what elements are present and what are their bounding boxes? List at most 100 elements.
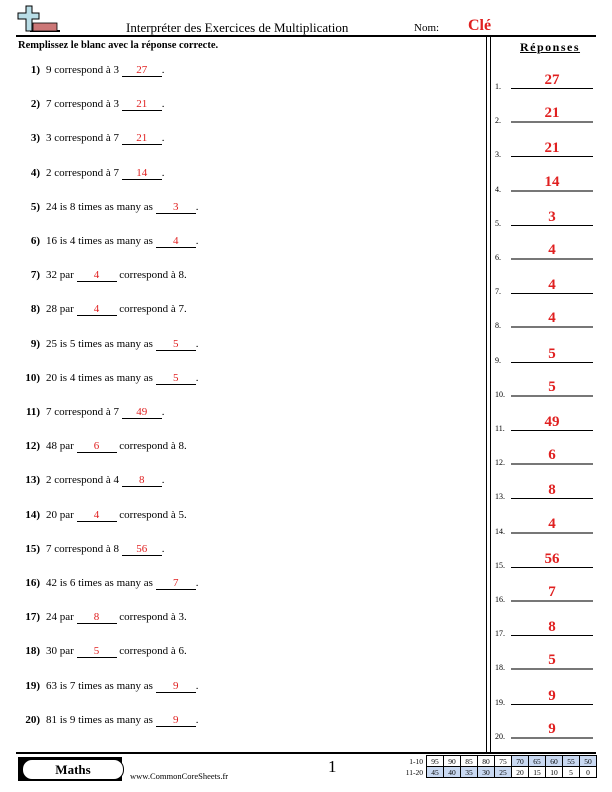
answer-key-number: 7. — [495, 287, 501, 297]
question-item: 16) 42 is 6 times as many as 7. — [18, 577, 198, 590]
question-text: 30 par — [46, 645, 74, 658]
question-number: 3) — [30, 132, 40, 145]
answer-blank[interactable]: 9 — [155, 680, 196, 693]
answer-key-number: 15. — [495, 560, 505, 570]
answer-key-value: 14 — [511, 174, 593, 192]
score-range-label: 1-10 — [409, 756, 423, 766]
answer-key-item: 9. 5 — [495, 345, 595, 365]
answer-key-item: 11. 49 — [495, 413, 595, 433]
answer-key-item: 7. 4 — [495, 276, 595, 296]
question-text: 24 is 8 times as many as — [46, 200, 153, 213]
answer-key-value: 6 — [511, 447, 593, 466]
instructions: Remplissez le blanc avec la réponse corr… — [18, 40, 219, 51]
answer-blank[interactable]: 4 — [76, 269, 117, 283]
question-text: 7 correspond à 7 — [46, 406, 120, 418]
answer-blank[interactable]: 27 — [121, 64, 162, 77]
answer-key-value: 5 — [511, 379, 593, 397]
question-item: 10) 20 is 4 times as many as 5. — [18, 372, 198, 385]
question-item: 13) 2 correspond à 4 8. — [18, 474, 165, 488]
answer-blank[interactable]: 8 — [76, 611, 117, 625]
answer-key-number: 5. — [495, 218, 501, 228]
answer-key-number: 9. — [495, 355, 501, 365]
answer-key-value: 4 — [511, 516, 593, 534]
score-cell: 35 — [460, 766, 478, 778]
answer-key-value: 21 — [511, 140, 593, 158]
answer-blank[interactable]: 14 — [121, 167, 162, 180]
answer-blank[interactable]: 4 — [76, 303, 117, 317]
score-cell: 5 — [562, 766, 580, 778]
question-text: 28 par — [46, 303, 74, 316]
plus-minus-icon — [17, 5, 60, 32]
answer-blank[interactable]: 56 — [121, 543, 162, 556]
answer-key-value: 5 — [511, 346, 593, 363]
answer-key-value: 8 — [511, 619, 593, 637]
question-suffix: . — [161, 406, 165, 418]
answer-blank[interactable]: 4 — [76, 509, 117, 522]
answer-key-number: 6. — [495, 253, 501, 262]
question-suffix: . — [195, 371, 199, 384]
question-text: 24 par — [46, 611, 74, 624]
subject-badge: Maths — [18, 757, 124, 781]
answer-key-value: 3 — [511, 209, 593, 226]
question-text: 63 is 7 times as many as — [46, 679, 153, 692]
question-item: 19) 63 is 7 times as many as 9. — [18, 680, 198, 693]
answer-key-item: 17. 8 — [495, 618, 595, 638]
score-cell: 30 — [477, 766, 495, 778]
question-suffix: . — [195, 713, 199, 726]
question-suffix: . — [161, 542, 165, 555]
answer-blank[interactable]: 5 — [76, 645, 117, 659]
question-number: 2) — [30, 98, 40, 111]
answer-blank[interactable]: 21 — [121, 98, 162, 112]
answer-key-number: 10. — [495, 389, 505, 399]
question-item: 20) 81 is 9 times as many as 9. — [18, 714, 198, 727]
question-suffix: . — [161, 132, 165, 145]
score-cell: 10 — [545, 766, 563, 778]
answer-key-value: 8 — [511, 482, 593, 500]
answer-key-number: 1. — [495, 82, 501, 91]
answer-blank[interactable]: 21 — [121, 132, 162, 146]
answer-blank[interactable]: 9 — [155, 714, 196, 727]
answer-key-number: 17. — [495, 629, 505, 639]
question-suffix: correspond à 3. — [119, 611, 187, 624]
score-cell: 20 — [511, 766, 529, 778]
question-item: 9) 25 is 5 times as many as 5. — [18, 338, 198, 351]
question-item: 6) 16 is 4 times as many as 4. — [18, 235, 198, 248]
question-text: 7 correspond à 8 — [46, 542, 120, 555]
question-text: 2 correspond à 4 — [46, 474, 120, 487]
answer-key-value: 21 — [511, 105, 593, 124]
answer-key-value: 49 — [511, 414, 593, 431]
score-cell: 75 — [494, 755, 512, 767]
question-number: 15) — [25, 542, 40, 555]
answer-blank[interactable]: 7 — [155, 577, 196, 590]
answer-blank[interactable]: 4 — [155, 235, 196, 248]
answer-blank[interactable]: 5 — [155, 338, 196, 351]
question-number: 10) — [25, 371, 40, 384]
answer-blank[interactable]: 5 — [155, 372, 196, 385]
answer-key-value: 7 — [511, 584, 593, 602]
answer-blank[interactable]: 49 — [121, 406, 162, 419]
answer-key-item: 2. 21 — [495, 105, 595, 125]
question-number: 4) — [30, 166, 40, 179]
answer-key-value: 5 — [511, 652, 593, 671]
answer-key-number: 12. — [495, 458, 505, 468]
question-number: 5) — [30, 200, 40, 213]
worksheet-title: Interpréter des Exercices de Multiplicat… — [126, 20, 349, 35]
answer-blank[interactable]: 8 — [121, 474, 162, 488]
score-cell: 55 — [562, 755, 580, 767]
answer-key-item: 15. 56 — [495, 550, 595, 570]
answer-blank[interactable]: 6 — [76, 440, 117, 454]
score-cell: 25 — [494, 766, 512, 778]
question-number: 9) — [30, 337, 40, 350]
website-link[interactable]: www.CommonCoreSheets.fr — [130, 771, 228, 781]
question-text: 81 is 9 times as many as — [46, 713, 153, 726]
answer-key-item: 18. 5 — [495, 652, 595, 672]
answer-key-item: 16. 7 — [495, 584, 595, 604]
question-number: 7) — [30, 269, 40, 282]
answer-blank[interactable]: 3 — [155, 201, 196, 214]
answer-key-value: 4 — [511, 242, 593, 260]
answer-key-value: 27 — [511, 72, 593, 89]
score-cell: 40 — [443, 766, 461, 778]
score-cell: 50 — [579, 755, 597, 767]
answers-heading: Réponses — [520, 40, 581, 54]
question-number: 19) — [25, 679, 40, 692]
